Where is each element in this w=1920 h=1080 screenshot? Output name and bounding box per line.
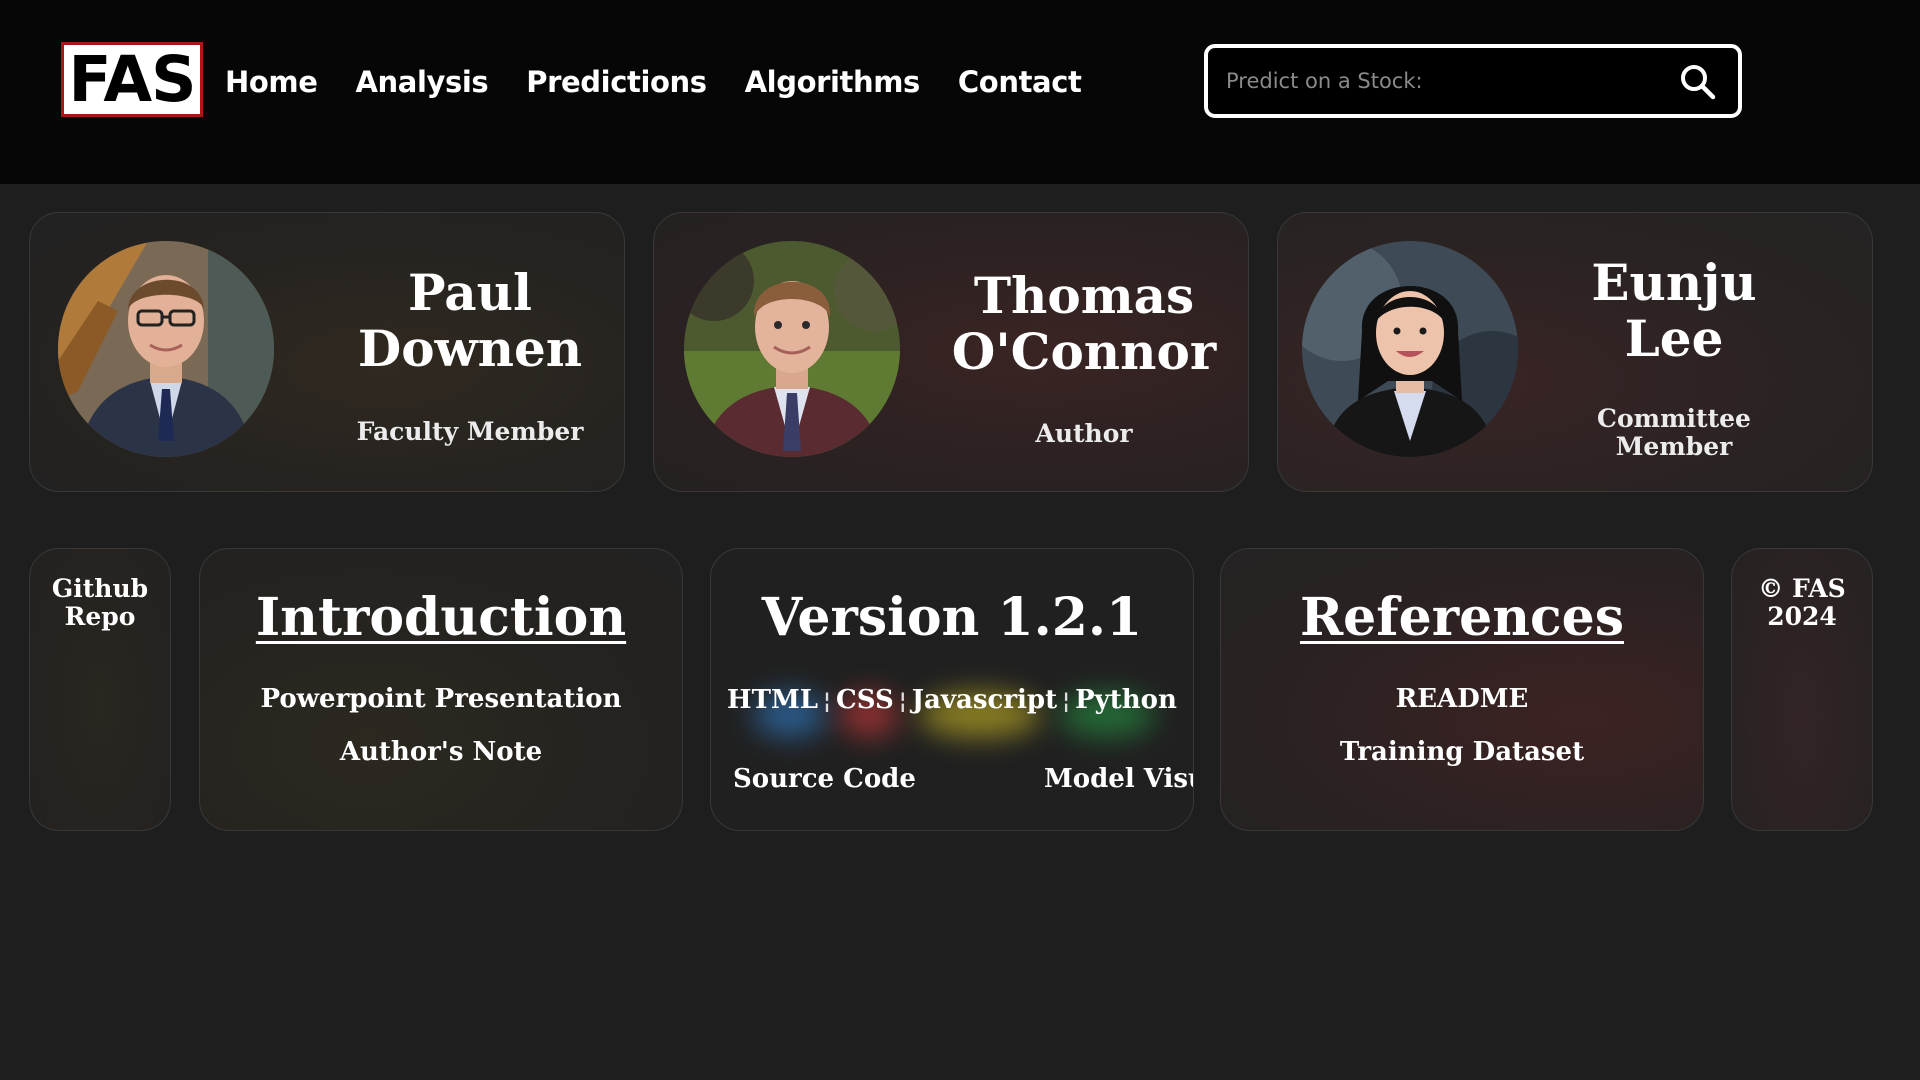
person-card-thomas-oconnor: Thomas O'Connor Author: [653, 212, 1249, 492]
person-name-line1: Thomas: [973, 266, 1195, 325]
tech-separator: ¦: [1062, 688, 1071, 714]
stock-search-input[interactable]: [1226, 60, 1656, 102]
introduction-card: Introduction Powerpoint Presentation Aut…: [199, 548, 683, 831]
tech-separator: ¦: [823, 688, 832, 714]
readme-link[interactable]: README: [1221, 684, 1703, 714]
search-icon[interactable]: [1678, 62, 1718, 102]
model-visualization-link[interactable]: Model Visua: [1044, 764, 1193, 794]
avatar-paul-downen: [58, 241, 274, 457]
tech-css: CSS: [836, 685, 894, 715]
github-repo-line1: Github: [51, 574, 149, 603]
nav-algorithms[interactable]: Algorithms: [745, 65, 921, 99]
copyright-line2: 2024: [1767, 602, 1837, 631]
copyright-card: © FAS 2024: [1731, 548, 1873, 831]
person-card-paul-downen: Paul Downen Faculty Member: [29, 212, 625, 492]
avatar-thomas-oconnor: [684, 241, 900, 457]
site-logo[interactable]: FAS: [61, 42, 203, 117]
tech-separator: ¦: [898, 688, 907, 714]
tech-python: Python: [1075, 685, 1177, 715]
tech-html: HTML: [727, 685, 819, 715]
main-nav: Home Analysis Predictions Algorithms Con…: [225, 62, 1082, 102]
nav-analysis[interactable]: Analysis: [355, 65, 488, 99]
top-header: FAS Home Analysis Predictions Algorithms…: [0, 0, 1920, 184]
training-dataset-link[interactable]: Training Dataset: [1221, 737, 1703, 767]
person-name-line2: Downen: [357, 319, 583, 378]
person-role: Faculty Member: [356, 417, 584, 446]
person-name-line2: O'Connor: [951, 322, 1217, 381]
nav-home[interactable]: Home: [225, 65, 318, 99]
person-role: Author: [1035, 419, 1133, 448]
person-name-line1: Eunju: [1591, 253, 1757, 312]
authors-note-link[interactable]: Author's Note: [200, 737, 682, 767]
introduction-title[interactable]: Introduction: [200, 587, 682, 648]
tech-stack-row: HTML ¦ CSS ¦ Javascript ¦ Python: [711, 685, 1193, 715]
nav-predictions[interactable]: Predictions: [526, 65, 707, 99]
source-code-link[interactable]: Source Code: [733, 764, 916, 794]
person-name-line2: Lee: [1624, 309, 1724, 368]
tech-javascript: Javascript: [911, 685, 1058, 715]
version-title: Version 1.2.1: [761, 587, 1143, 648]
person-role-line1: Committee: [1597, 404, 1751, 433]
person-role-line2: Member: [1615, 432, 1733, 461]
person-name-line1: Paul: [408, 263, 532, 322]
powerpoint-presentation-link[interactable]: Powerpoint Presentation: [200, 684, 682, 714]
person-card-eunju-lee: Eunju Lee Committee Member: [1277, 212, 1873, 492]
copyright-line1: © FAS: [1758, 574, 1846, 603]
nav-contact[interactable]: Contact: [958, 65, 1082, 99]
logo-text: FAS: [68, 43, 197, 116]
github-repo-line2: Repo: [64, 602, 136, 631]
references-title[interactable]: References: [1221, 587, 1703, 648]
version-card: Version 1.2.1 HTML ¦ CSS ¦ Javascript ¦ Python…: [710, 548, 1194, 831]
stock-search-box: [1204, 44, 1742, 118]
references-card: References README Training Dataset: [1220, 548, 1704, 831]
avatar-eunju-lee: [1302, 241, 1518, 457]
github-repo-card[interactable]: Github Repo: [29, 548, 171, 831]
